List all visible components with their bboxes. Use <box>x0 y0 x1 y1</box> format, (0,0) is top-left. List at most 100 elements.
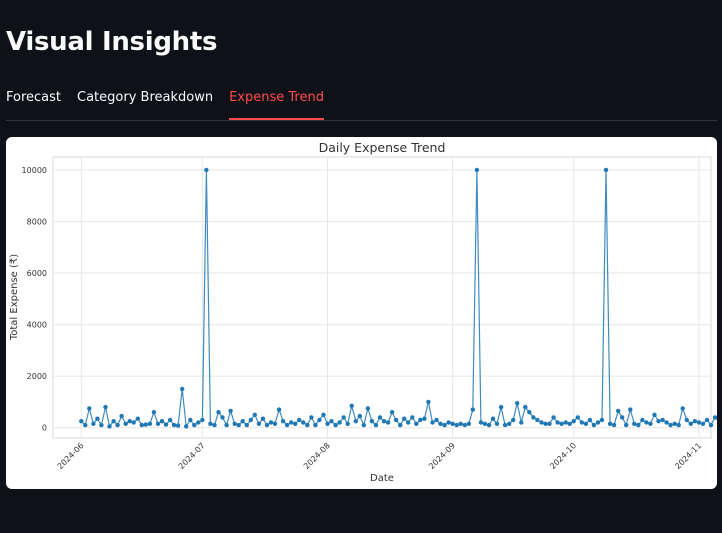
data-point <box>450 421 455 426</box>
y-tick-label: 8000 <box>27 217 47 226</box>
data-point <box>216 410 221 415</box>
expense-trend-chart: Daily Expense Trend 0 2000 4000 6000 8000 100… <box>9 140 717 484</box>
data-point <box>321 412 326 417</box>
tab-bar: Forecast Category Breakdown Expense Tren… <box>6 84 717 121</box>
data-point <box>700 421 706 426</box>
data-point <box>135 416 140 421</box>
data-point <box>357 413 362 419</box>
data-point <box>256 421 262 426</box>
chart-card: Daily Expense Trend 0 2000 4000 6000 8000 100… <box>6 137 717 489</box>
data-point <box>579 420 584 425</box>
data-point <box>640 417 645 423</box>
x-tick-label: 2024-11 <box>673 441 703 471</box>
plot-frame <box>52 156 712 439</box>
data-point <box>418 417 423 423</box>
data-point <box>470 407 475 412</box>
data-point <box>123 421 128 426</box>
data-point <box>652 412 657 417</box>
series-group <box>79 167 717 429</box>
data-point <box>636 422 641 428</box>
data-point <box>305 422 310 428</box>
data-point <box>551 415 556 420</box>
data-point <box>220 415 225 420</box>
data-point <box>607 421 613 426</box>
data-point <box>535 417 540 423</box>
data-point <box>272 421 278 426</box>
data-point <box>329 419 334 424</box>
data-point <box>284 422 290 428</box>
data-point <box>599 417 605 423</box>
data-point <box>543 421 548 426</box>
data-point <box>628 407 633 412</box>
data-point <box>474 167 480 173</box>
data-point <box>660 417 665 423</box>
data-point <box>603 167 609 173</box>
data-point <box>696 420 702 425</box>
data-point <box>389 410 395 415</box>
data-point <box>531 415 536 420</box>
data-point <box>151 410 157 415</box>
data-point <box>212 422 217 428</box>
x-tick-label: 2024-09 <box>427 441 457 471</box>
data-point <box>91 421 96 426</box>
data-point <box>188 417 193 423</box>
data-point <box>442 422 447 428</box>
data-point <box>119 413 124 419</box>
data-point <box>224 422 229 428</box>
data-point <box>127 419 132 424</box>
data-point <box>83 422 88 428</box>
y-tick-label: 2000 <box>27 372 47 381</box>
data-point <box>192 422 197 428</box>
data-point <box>240 419 245 424</box>
series-line <box>80 169 717 429</box>
data-point <box>353 419 358 424</box>
data-point <box>692 419 698 424</box>
y-tick-label: 10000 <box>22 166 47 175</box>
x-tick-label: 2024-08 <box>302 441 332 471</box>
data-point <box>139 422 144 428</box>
data-point <box>519 420 524 425</box>
data-point <box>337 420 342 425</box>
data-point <box>430 420 435 425</box>
y-tick-label: 4000 <box>27 321 47 330</box>
tab-forecast[interactable]: Forecast <box>6 84 61 113</box>
data-point <box>341 415 346 420</box>
data-point <box>422 416 427 421</box>
data-point <box>155 421 161 426</box>
data-point <box>163 422 169 427</box>
data-point <box>438 421 443 426</box>
data-point <box>410 415 415 420</box>
data-point <box>478 420 484 425</box>
data-point <box>79 419 84 424</box>
data-point <box>87 406 92 411</box>
data-point <box>398 422 403 428</box>
data-point <box>268 420 274 425</box>
data-point <box>482 421 488 426</box>
tab-category-breakdown[interactable]: Category Breakdown <box>77 84 213 113</box>
data-point <box>591 422 597 428</box>
data-point <box>414 421 419 426</box>
data-point <box>668 422 673 428</box>
y-axis-label: Total Expense (₹) <box>9 254 20 341</box>
y-tick-label: 6000 <box>27 269 47 278</box>
tab-expense-trend[interactable]: Expense Trend <box>229 84 324 120</box>
x-tick-label: 2024-07 <box>177 441 207 471</box>
data-point <box>313 422 318 428</box>
data-point <box>147 421 153 426</box>
data-point <box>260 416 266 421</box>
x-tick-label: 2024-10 <box>548 441 578 471</box>
data-point <box>349 403 354 408</box>
data-point <box>555 420 560 425</box>
data-point <box>571 419 576 424</box>
data-point <box>515 401 520 406</box>
data-point <box>232 421 237 426</box>
data-point <box>502 422 508 428</box>
data-point <box>301 420 306 425</box>
data-point <box>293 421 298 426</box>
data-point <box>539 420 544 425</box>
data-point <box>264 422 270 428</box>
data-point <box>236 422 241 428</box>
data-point <box>276 407 282 412</box>
data-point <box>527 410 532 415</box>
data-point <box>244 422 249 428</box>
